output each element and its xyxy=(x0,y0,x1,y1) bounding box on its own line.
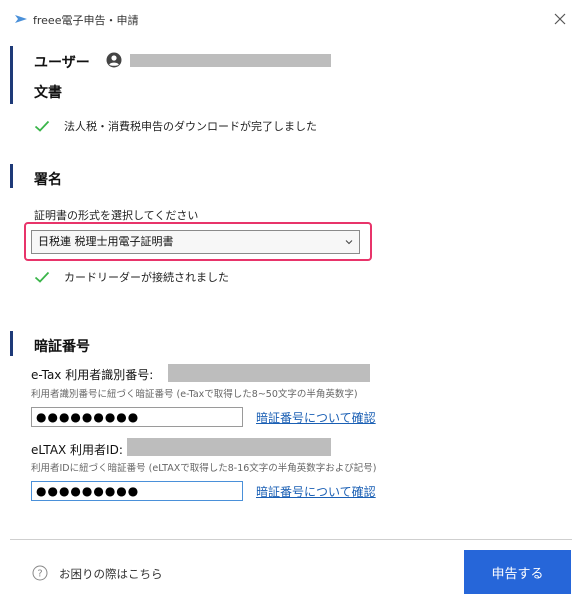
etax-pin-input[interactable]: ●●●●●●●●● xyxy=(31,407,243,427)
question-circle-icon[interactable]: ? xyxy=(32,565,48,581)
check-icon xyxy=(34,120,50,132)
redacted-eltax-id xyxy=(127,438,331,456)
eltax-hint: 利用者IDに紐づく暗証番号 (eLTAXで取得した8-16文字の半角英数字および… xyxy=(31,463,377,474)
submit-button[interactable]: 申告する xyxy=(464,550,571,594)
section-bar-pin xyxy=(10,331,13,356)
section-bar-document xyxy=(10,46,13,104)
etax-pin-value: ●●●●●●●●● xyxy=(36,410,140,424)
title-bar: freee電子申告・申請 xyxy=(0,0,580,40)
check-icon xyxy=(34,271,50,283)
footer-divider xyxy=(10,539,572,540)
certificate-select-label: 証明書の形式を選択してください xyxy=(34,209,199,222)
chevron-down-icon xyxy=(345,240,353,245)
section-bar-signature xyxy=(10,164,13,188)
certificate-select-value: 日税連 税理士用電子証明書 xyxy=(38,235,174,248)
etax-label: e-Tax 利用者識別番号: xyxy=(31,368,154,382)
close-icon[interactable] xyxy=(550,9,570,29)
help-link[interactable]: お困りの際はこちら xyxy=(59,566,163,582)
reader-status: カードリーダーが接続されました xyxy=(34,269,229,285)
redacted-username xyxy=(130,54,331,67)
freee-logo-icon xyxy=(15,15,27,23)
eltax-pin-help-link[interactable]: 暗証番号について確認 xyxy=(256,483,376,500)
etax-pin-help-link[interactable]: 暗証番号について確認 xyxy=(256,409,376,426)
eltax-pin-value: ●●●●●●●●● xyxy=(36,484,140,498)
window-title: freee電子申告・申請 xyxy=(33,14,139,27)
redacted-etax-id xyxy=(168,364,370,382)
user-circle-icon xyxy=(106,52,122,68)
document-status: 法人税・消費税申告のダウンロードが完了しました xyxy=(34,118,317,134)
document-status-text: 法人税・消費税申告のダウンロードが完了しました xyxy=(64,120,317,133)
signature-heading: 署名 xyxy=(34,172,62,188)
document-heading: 文書 xyxy=(34,85,62,101)
certificate-select[interactable]: 日税連 税理士用電子証明書 xyxy=(31,230,360,254)
svg-text:?: ? xyxy=(37,569,42,580)
etax-hint: 利用者識別番号に紐づく暗証番号 (e-Taxで取得した8~50文字の半角英数字) xyxy=(31,389,358,400)
pin-heading: 暗証番号 xyxy=(34,339,90,355)
eltax-pin-input[interactable]: ●●●●●●●●● xyxy=(31,481,243,501)
reader-status-text: カードリーダーが接続されました xyxy=(64,271,229,284)
user-heading: ユーザー xyxy=(34,55,90,71)
eltax-label: eLTAX 利用者ID: xyxy=(31,443,123,457)
